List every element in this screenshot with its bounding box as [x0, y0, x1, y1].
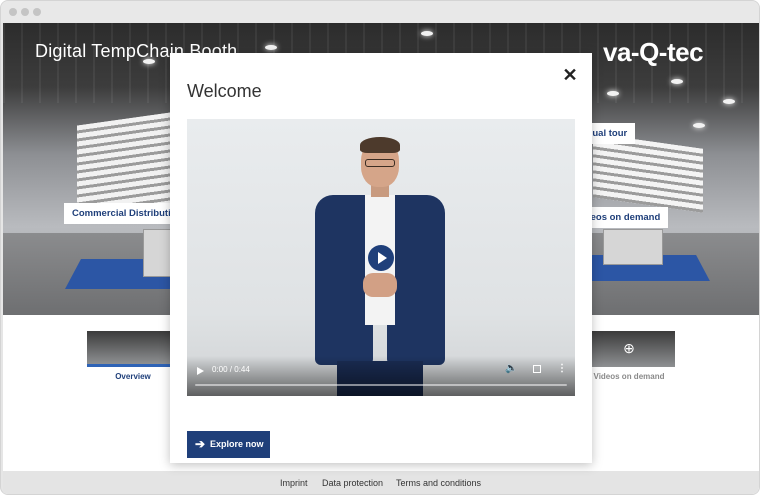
ceiling-light-icon — [421, 31, 433, 36]
video-controls: 0:00 / 0:44 🔈 ⋮ — [187, 356, 575, 396]
thumbnail-videos-on-demand[interactable]: ⊕ — [583, 331, 675, 367]
welcome-modal: Welcome ✕ 0:00 / 0:44 🔈 ⋮ ➔ Explore now — [170, 53, 592, 463]
explore-now-label: Explore now — [210, 439, 264, 449]
brand-logo: va-Q-tec — [603, 37, 704, 67]
modal-title: Welcome — [187, 81, 262, 101]
hands — [363, 273, 397, 297]
ceiling-light-icon — [693, 123, 705, 128]
thumbnail-label: Overview — [115, 372, 151, 381]
thumbnail-label: Videos on demand — [593, 372, 665, 381]
fullscreen-icon[interactable] — [533, 365, 541, 373]
footer-link-imprint[interactable]: Imprint — [280, 478, 308, 488]
video-progress-track[interactable] — [195, 384, 567, 386]
page-viewport: Digital TempChain Booth va-Q-tec Commerc… — [3, 23, 759, 494]
footer-link-data-protection[interactable]: Data protection — [322, 478, 383, 488]
video-time: 0:00 / 0:44 — [212, 365, 250, 374]
zoom-icon: ⊕ — [623, 340, 635, 356]
booth-display — [603, 229, 663, 265]
ceiling-light-icon — [723, 99, 735, 104]
window-dot-icon — [21, 8, 29, 16]
window-dot-icon — [9, 8, 17, 16]
ceiling-light-icon — [607, 91, 619, 96]
more-options-icon[interactable]: ⋮ — [557, 363, 567, 374]
window-dot-icon — [33, 8, 41, 16]
ceiling-light-icon — [671, 79, 683, 84]
arrow-right-icon: ➔ — [195, 437, 206, 451]
play-icon[interactable] — [197, 367, 204, 375]
play-button[interactable] — [368, 245, 394, 271]
glasses — [365, 159, 395, 167]
booth-canopy — [593, 133, 703, 213]
page-footer: Imprint Data protection Terms and condit… — [3, 471, 759, 494]
window-titlebar — [1, 1, 759, 23]
video-player[interactable]: 0:00 / 0:44 🔈 ⋮ — [187, 119, 575, 396]
ceiling-light-icon — [265, 45, 277, 50]
explore-now-button[interactable]: ➔ Explore now — [187, 431, 270, 458]
volume-icon[interactable]: 🔈 — [505, 363, 517, 374]
thumbnail-overview[interactable] — [87, 331, 179, 367]
footer-link-terms[interactable]: Terms and conditions — [396, 478, 481, 488]
browser-window: Digital TempChain Booth va-Q-tec Commerc… — [0, 0, 760, 495]
hair — [360, 137, 400, 153]
close-icon[interactable]: ✕ — [560, 65, 580, 85]
